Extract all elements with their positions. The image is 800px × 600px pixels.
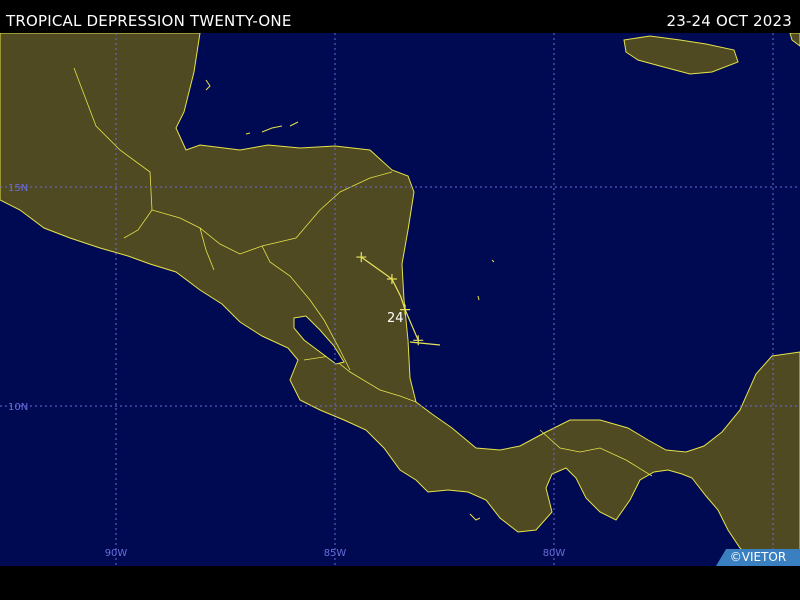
storm-track-map: 15N 10N 90W 85W 80W 24 (0, 33, 800, 566)
lat-label-15n: 15N (8, 183, 28, 194)
credit-text: ©VIETOR (729, 550, 787, 564)
lon-label-80w: 80W (543, 548, 566, 559)
map-title: TROPICAL DEPRESSION TWENTY-ONE (6, 12, 292, 30)
date-range: 23-24 OCT 2023 (666, 12, 792, 30)
track-day-label: 24 (387, 311, 404, 326)
header-bar: TROPICAL DEPRESSION TWENTY-ONE 23-24 OCT… (0, 0, 800, 33)
footer-bar (0, 566, 800, 600)
lat-label-10n: 10N (8, 402, 28, 413)
lon-label-90w: 90W (105, 548, 128, 559)
lon-label-85w: 85W (324, 548, 347, 559)
